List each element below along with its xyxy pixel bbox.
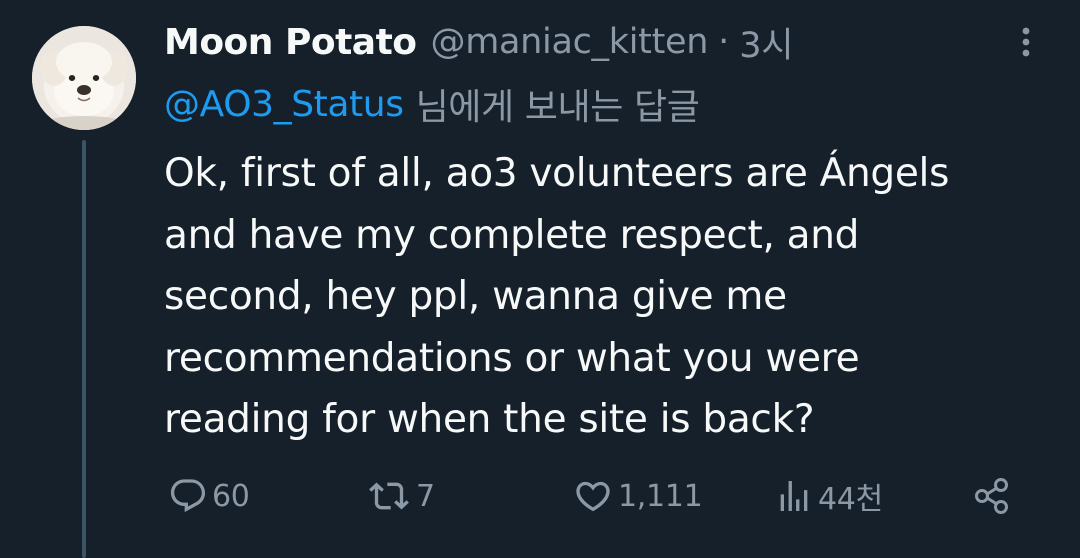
retweet-count: 7: [416, 478, 435, 514]
more-vertical-icon[interactable]: [1014, 22, 1038, 62]
replying-to: @AO3_Status 님에게 보내는 답글: [164, 80, 700, 129]
retweet-button[interactable]: 7: [366, 470, 435, 522]
tweet-time[interactable]: 3시: [739, 17, 793, 68]
tweet-header: Moon Potato @maniac_kitten · 3시: [164, 16, 793, 68]
analytics-bars-icon: [780, 481, 808, 511]
like-button[interactable]: 1,111: [572, 470, 703, 522]
retweet-icon: [369, 482, 409, 510]
share-nodes-icon: [975, 478, 1008, 514]
like-count: 1,111: [618, 478, 703, 514]
display-name[interactable]: Moon Potato: [164, 22, 417, 63]
reply-bubble-icon: [170, 479, 206, 513]
reply-button[interactable]: 60: [168, 470, 250, 522]
avatar-puppy-image: [32, 26, 136, 130]
share-button[interactable]: [972, 470, 1012, 522]
tweet[interactable]: Moon Potato @maniac_kitten · 3시 @AO3_Sta…: [0, 0, 1080, 558]
action-bar: 60 7 1,111 44천: [0, 470, 1080, 522]
user-handle[interactable]: @maniac_kitten: [431, 22, 709, 62]
replying-to-label: 님에게 보내는 답글: [415, 87, 700, 128]
heart-icon: [576, 481, 610, 512]
views-count: 44천: [818, 482, 883, 517]
separator-dot: ·: [718, 22, 730, 62]
views-button[interactable]: 44천: [774, 470, 883, 522]
reply-count: 60: [212, 478, 250, 514]
avatar[interactable]: [32, 26, 136, 130]
tweet-text: Ok, first of all, ao3 volunteers are Áng…: [164, 151, 950, 442]
reply-mention-link[interactable]: @AO3_Status: [164, 84, 404, 125]
